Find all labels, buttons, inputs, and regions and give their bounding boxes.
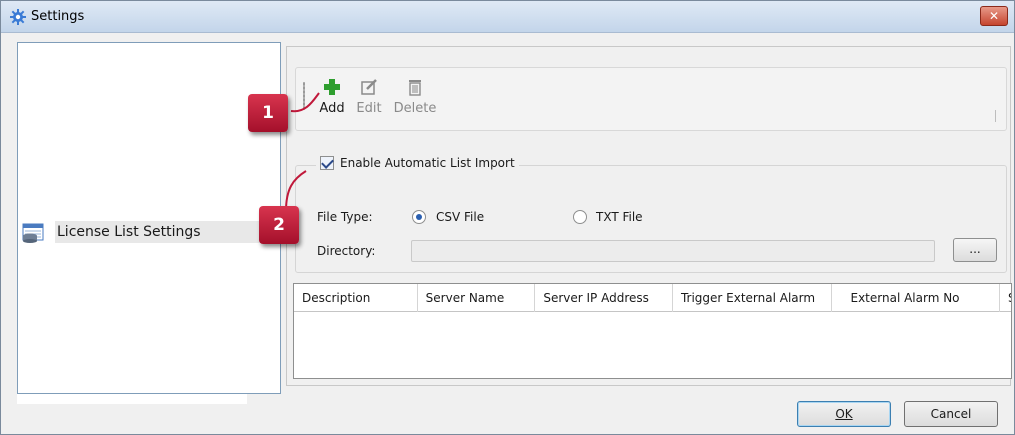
txt-radio[interactable] <box>573 210 587 224</box>
column-header[interactable]: Trigger External Alarm <box>673 284 833 312</box>
column-header[interactable]: Server IP Address <box>535 284 673 312</box>
settings-content: Add Edit Delete Enable Automatic List Im… <box>286 46 1012 386</box>
edit-button[interactable]: Edit <box>352 78 386 122</box>
panel-gap <box>17 394 247 404</box>
toolbar-divider <box>995 110 996 122</box>
close-button[interactable]: ✕ <box>980 6 1008 26</box>
add-icon <box>324 79 340 95</box>
browse-button[interactable]: ... <box>953 238 997 262</box>
edit-icon <box>361 79 377 95</box>
add-label: Add <box>319 101 345 116</box>
callout-badge-1: 1 <box>248 94 288 132</box>
column-header[interactable]: Description <box>294 284 418 312</box>
nav-item-label: License List Settings <box>57 224 201 240</box>
server-list-grid[interactable]: Description Server Name Server IP Addres… <box>293 283 1012 379</box>
callout-badge-2: 2 <box>259 206 299 244</box>
csv-radio[interactable] <box>412 210 426 224</box>
delete-button[interactable]: Delete <box>388 78 442 122</box>
navigation-panel: License List Settings <box>17 42 281 394</box>
csv-radio-label[interactable]: CSV File <box>436 210 484 224</box>
checkbox-checked[interactable] <box>320 156 334 170</box>
database-list-icon <box>22 223 44 243</box>
add-button[interactable]: Add <box>316 78 348 122</box>
enable-import-checkbox[interactable]: Enable Automatic List Import <box>316 156 519 170</box>
directory-label: Directory: <box>317 244 376 258</box>
column-header[interactable]: Server Name <box>418 284 536 312</box>
close-icon: ✕ <box>988 9 1000 23</box>
gear-icon <box>10 9 26 25</box>
title-bar: Settings ✕ <box>1 1 1014 33</box>
file-type-label: File Type: <box>317 210 373 224</box>
dialog-body: License List Settings Add Edit Delete En… <box>1 34 1014 434</box>
ok-button[interactable]: OK <box>797 401 891 427</box>
toolbar-grip[interactable] <box>303 82 305 110</box>
toolbar: Add Edit Delete <box>295 67 1007 131</box>
nav-item-license-list-settings[interactable]: License List Settings <box>19 221 281 243</box>
edit-label: Edit <box>356 101 382 116</box>
cancel-label: Cancel <box>930 407 972 421</box>
settings-window: Settings ✕ License List Settings Add Edi… <box>0 0 1015 435</box>
delete-label: Delete <box>393 101 437 116</box>
column-header[interactable]: S <box>1000 284 1011 312</box>
trash-icon <box>409 80 421 96</box>
txt-radio-label[interactable]: TXT File <box>596 210 643 224</box>
directory-input[interactable] <box>411 240 935 262</box>
automatic-import-group: Enable Automatic List Import File Type: … <box>295 156 1007 273</box>
column-header[interactable]: External Alarm No <box>832 284 1001 312</box>
grid-header: Description Server Name Server IP Addres… <box>294 284 1011 312</box>
cancel-button[interactable]: Cancel <box>904 401 998 427</box>
enable-import-label: Enable Automatic List Import <box>340 156 515 170</box>
ok-label: OK <box>835 407 853 421</box>
window-title: Settings <box>31 9 85 24</box>
